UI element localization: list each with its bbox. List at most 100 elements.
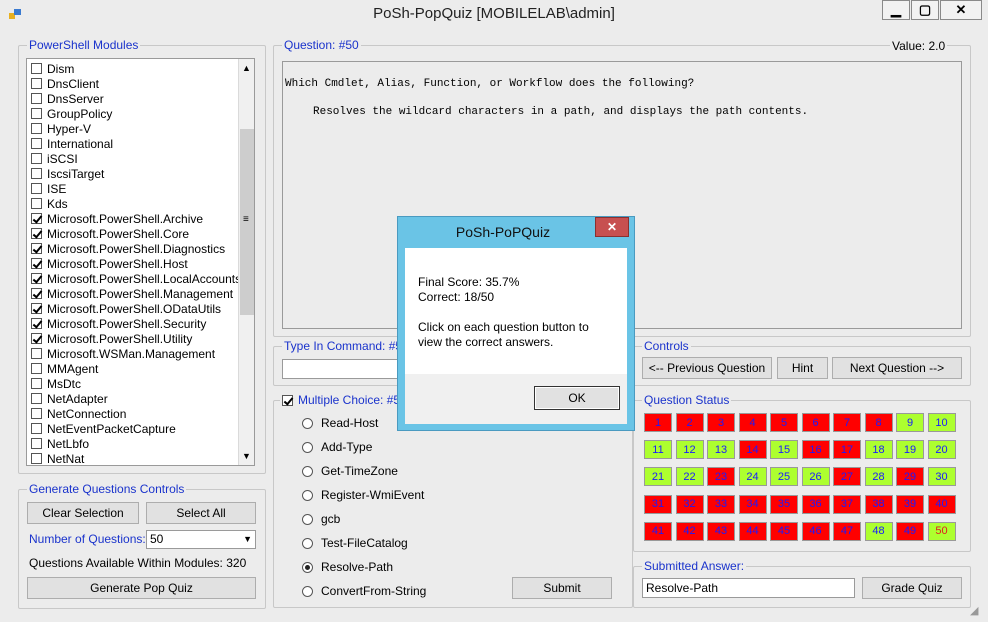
question-status-button[interactable]: 34 <box>738 494 767 514</box>
module-checkbox[interactable] <box>31 78 42 89</box>
module-checkbox[interactable] <box>31 288 42 299</box>
module-checkbox[interactable] <box>31 363 42 374</box>
radio-button[interactable] <box>302 561 313 573</box>
module-checkbox[interactable] <box>31 393 42 404</box>
module-checkbox[interactable] <box>31 333 42 344</box>
question-status-button[interactable]: 29 <box>896 467 924 487</box>
module-item[interactable]: Microsoft.PowerShell.Core <box>31 226 189 241</box>
radio-button[interactable] <box>302 417 313 429</box>
module-checkbox[interactable] <box>31 213 42 224</box>
module-item[interactable]: ISE <box>31 181 66 196</box>
module-item[interactable]: DnsServer <box>31 91 104 106</box>
modules-scrollbar[interactable]: ▲ ≡ ▼ <box>238 59 254 465</box>
module-item[interactable]: MsDtc <box>31 376 81 391</box>
question-status-button[interactable]: 9 <box>896 413 924 432</box>
question-status-button[interactable]: 12 <box>675 440 704 460</box>
question-status-button[interactable]: 18 <box>864 440 893 460</box>
question-status-button[interactable]: 33 <box>707 494 735 514</box>
module-item[interactable]: NetEventPacketCapture <box>31 421 176 436</box>
radio-button[interactable] <box>302 585 313 597</box>
module-checkbox[interactable] <box>31 318 42 329</box>
question-status-button[interactable]: 4 <box>738 413 767 432</box>
question-status-button[interactable]: 46 <box>801 521 830 541</box>
question-status-button[interactable]: 1 <box>644 413 672 432</box>
close-button[interactable]: ✕ <box>940 0 982 20</box>
choice-option[interactable]: ConvertFrom-String <box>302 584 426 598</box>
question-status-button[interactable]: 48 <box>864 521 893 541</box>
question-status-button[interactable]: 13 <box>707 440 735 460</box>
module-item[interactable]: Microsoft.PowerShell.LocalAccounts <box>31 271 241 286</box>
question-status-button[interactable]: 19 <box>896 440 924 460</box>
question-status-button[interactable]: 27 <box>833 467 861 487</box>
module-item[interactable]: Microsoft.PowerShell.Security <box>31 316 206 331</box>
question-status-button[interactable]: 11 <box>644 440 672 460</box>
module-item[interactable]: Microsoft.PowerShell.Archive <box>31 211 203 226</box>
module-item[interactable]: Microsoft.WSMan.Management <box>31 346 215 361</box>
module-checkbox[interactable] <box>31 243 42 254</box>
minimize-button[interactable]: ▁ <box>882 0 910 20</box>
question-status-button[interactable]: 37 <box>833 494 861 514</box>
question-status-button[interactable]: 32 <box>675 494 704 514</box>
choice-option[interactable]: Read-Host <box>302 416 378 430</box>
module-item[interactable]: NetNat <box>31 451 84 465</box>
module-checkbox[interactable] <box>31 198 42 209</box>
ok-button[interactable]: OK <box>534 386 620 410</box>
question-status-button[interactable]: 3 <box>707 413 735 432</box>
question-status-button[interactable]: 14 <box>738 440 767 460</box>
module-item[interactable]: Kds <box>31 196 68 211</box>
question-status-button[interactable]: 31 <box>644 494 672 514</box>
module-checkbox[interactable] <box>31 423 42 434</box>
module-checkbox[interactable] <box>31 153 42 164</box>
maximize-button[interactable]: ▢ <box>911 0 939 20</box>
module-item[interactable]: iSCSI <box>31 151 78 166</box>
question-status-button[interactable]: 20 <box>927 440 956 460</box>
question-status-button[interactable]: 45 <box>770 521 798 541</box>
radio-button[interactable] <box>302 513 313 525</box>
module-checkbox[interactable] <box>31 183 42 194</box>
resize-grip-icon[interactable]: ◢ <box>970 604 986 620</box>
question-status-button[interactable]: 36 <box>801 494 830 514</box>
question-status-button[interactable]: 42 <box>675 521 704 541</box>
radio-button[interactable] <box>302 489 313 501</box>
previous-question-button[interactable]: <-- Previous Question <box>642 357 772 379</box>
question-status-button[interactable]: 44 <box>738 521 767 541</box>
multiple-choice-header[interactable]: Multiple Choice: #50 <box>280 393 409 407</box>
module-item[interactable]: International <box>31 136 113 151</box>
multiple-choice-checkbox[interactable] <box>282 394 293 406</box>
module-item[interactable]: DnsClient <box>31 76 99 91</box>
choice-option[interactable]: gcb <box>302 512 340 526</box>
module-checkbox[interactable] <box>31 228 42 239</box>
module-checkbox[interactable] <box>31 63 42 74</box>
question-status-button[interactable]: 25 <box>770 467 798 487</box>
module-checkbox[interactable] <box>31 303 42 314</box>
module-item[interactable]: Hyper-V <box>31 121 91 136</box>
clear-selection-button[interactable]: Clear Selection <box>27 502 139 524</box>
question-status-button[interactable]: 21 <box>644 467 672 487</box>
module-checkbox[interactable] <box>31 123 42 134</box>
select-all-button[interactable]: Select All <box>146 502 256 524</box>
module-item[interactable]: GroupPolicy <box>31 106 112 121</box>
question-status-button[interactable]: 10 <box>927 413 956 432</box>
module-item[interactable]: Microsoft.PowerShell.Host <box>31 256 188 271</box>
question-status-button[interactable]: 8 <box>864 413 893 432</box>
generate-quiz-button[interactable]: Generate Pop Quiz <box>27 577 256 599</box>
choice-option[interactable]: Resolve-Path <box>302 560 393 574</box>
next-question-button[interactable]: Next Question --> <box>832 357 962 379</box>
radio-button[interactable] <box>302 465 313 477</box>
module-item[interactable]: NetAdapter <box>31 391 108 406</box>
question-status-button[interactable]: 30 <box>927 467 956 487</box>
question-status-button[interactable]: 5 <box>770 413 798 432</box>
module-checkbox[interactable] <box>31 108 42 119</box>
module-checkbox[interactable] <box>31 378 42 389</box>
question-status-button[interactable]: 28 <box>864 467 893 487</box>
module-checkbox[interactable] <box>31 93 42 104</box>
radio-button[interactable] <box>302 537 313 549</box>
submit-button[interactable]: Submit <box>512 577 612 599</box>
module-item[interactable]: Microsoft.PowerShell.Diagnostics <box>31 241 225 256</box>
grade-quiz-button[interactable]: Grade Quiz <box>862 577 962 599</box>
choice-option[interactable]: Test-FileCatalog <box>302 536 408 550</box>
module-item[interactable]: IscsiTarget <box>31 166 104 181</box>
module-item[interactable]: Microsoft.PowerShell.Utility <box>31 331 192 346</box>
module-checkbox[interactable] <box>31 348 42 359</box>
question-status-button[interactable]: 50 <box>927 521 956 541</box>
